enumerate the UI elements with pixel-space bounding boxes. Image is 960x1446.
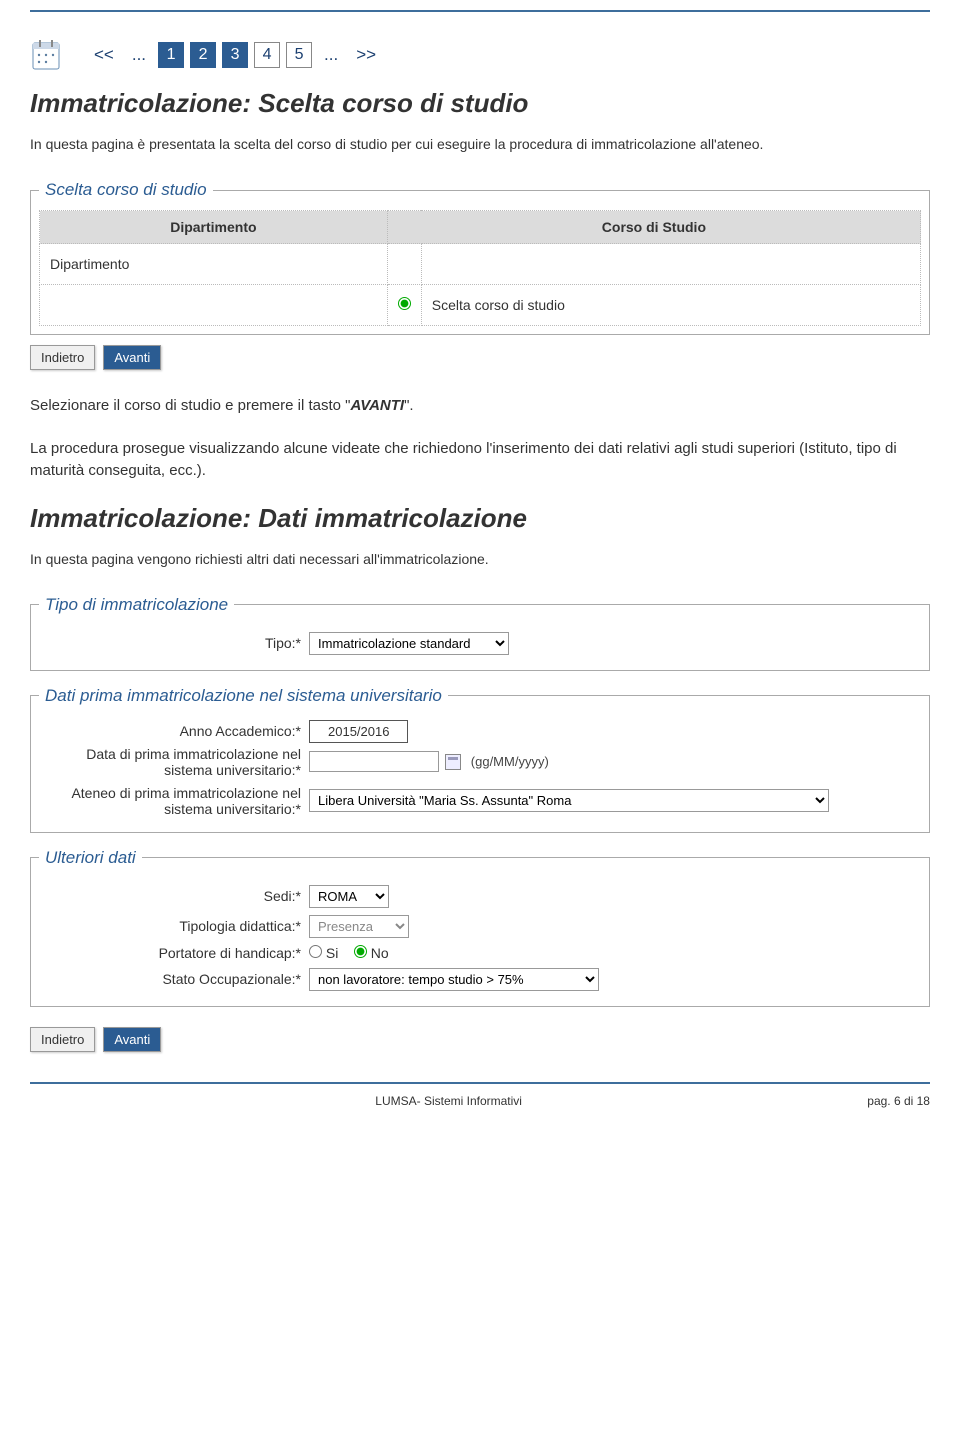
radio-handicap-si[interactable] bbox=[309, 945, 322, 958]
course-table: Dipartimento Corso di Studio Dipartiment… bbox=[39, 210, 921, 326]
wizard-step-5[interactable]: 5 bbox=[286, 42, 312, 68]
select-stato-occupazionale[interactable]: non lavoratore: tempo studio > 75% bbox=[309, 968, 599, 991]
th-dipartimento: Dipartimento bbox=[40, 211, 388, 244]
wizard-step-3[interactable]: 3 bbox=[222, 42, 248, 68]
footer-center: LUMSA- Sistemi Informativi bbox=[375, 1094, 522, 1108]
page-title-1: Immatricolazione: Scelta corso di studio bbox=[30, 88, 930, 119]
legend-dati-prima: Dati prima immatricolazione nel sistema … bbox=[39, 686, 448, 706]
avanti-button[interactable]: Avanti bbox=[103, 345, 161, 370]
radio-handicap-no[interactable] bbox=[354, 945, 367, 958]
label-sedi: Sedi:* bbox=[39, 888, 309, 904]
cell-corso: Scelta corso di studio bbox=[421, 285, 920, 326]
divider-bottom bbox=[30, 1082, 930, 1084]
date-hint: (gg/MM/yyyy) bbox=[471, 754, 549, 769]
wizard-dots-right[interactable]: ... bbox=[318, 42, 344, 68]
label-data-prima: Data di prima immatricolazione nel siste… bbox=[39, 746, 309, 778]
cell-dipartimento: Dipartimento bbox=[40, 244, 388, 285]
label-stato-occupazionale: Stato Occupazionale:* bbox=[39, 971, 309, 987]
wizard-dots-left[interactable]: ... bbox=[126, 42, 152, 68]
wizard-step-1[interactable]: 1 bbox=[158, 42, 184, 68]
label-handicap: Portatore di handicap:* bbox=[39, 945, 309, 961]
label-ateneo: Ateneo di prima immatricolazione nel sis… bbox=[39, 785, 309, 817]
input-data-prima[interactable] bbox=[309, 751, 439, 772]
page-title-2: Immatricolazione: Dati immatricolazione bbox=[30, 503, 930, 534]
footer: LUMSA- Sistemi Informativi pag. 6 di 18 bbox=[30, 1094, 930, 1128]
wizard-next[interactable]: >> bbox=[350, 42, 382, 68]
fieldset-scelta-corso: Scelta corso di studio Dipartimento Cors… bbox=[30, 180, 930, 335]
wizard-steps: << ... 1 2 3 4 5 ... >> bbox=[30, 37, 930, 73]
divider-top bbox=[30, 10, 930, 12]
footer-page: pag. 6 di 18 bbox=[867, 1094, 930, 1108]
fieldset-tipo-immatricolazione: Tipo di immatricolazione Tipo:* Immatric… bbox=[30, 595, 930, 671]
table-row: Scelta corso di studio bbox=[40, 285, 921, 326]
calendar-icon bbox=[30, 37, 62, 73]
table-row: Dipartimento bbox=[40, 244, 921, 285]
indietro-button[interactable]: Indietro bbox=[30, 345, 95, 370]
label-tipo: Tipo:* bbox=[39, 635, 309, 651]
fieldset-dati-prima: Dati prima immatricolazione nel sistema … bbox=[30, 686, 930, 833]
wizard-prev[interactable]: << bbox=[88, 42, 120, 68]
select-sedi[interactable]: ROMA bbox=[309, 885, 389, 908]
legend-tipo: Tipo di immatricolazione bbox=[39, 595, 234, 615]
th-corso: Corso di Studio bbox=[387, 211, 920, 244]
intro-1: In questa pagina è presentata la scelta … bbox=[30, 134, 930, 155]
label-anno-accademico: Anno Accademico:* bbox=[39, 723, 309, 739]
label-tipologia-didattica: Tipologia didattica:* bbox=[39, 918, 309, 934]
wizard-step-2[interactable]: 2 bbox=[190, 42, 216, 68]
radio-corso[interactable] bbox=[398, 297, 411, 310]
select-ateneo[interactable]: Libera Università "Maria Ss. Assunta" Ro… bbox=[309, 789, 829, 812]
avanti-button-2[interactable]: Avanti bbox=[103, 1027, 161, 1052]
indietro-button-2[interactable]: Indietro bbox=[30, 1027, 95, 1052]
wizard-step-4[interactable]: 4 bbox=[254, 42, 280, 68]
intro-2: In questa pagina vengono richiesti altri… bbox=[30, 549, 930, 570]
value-anno-accademico: 2015/2016 bbox=[309, 720, 408, 743]
calendar-picker-icon[interactable] bbox=[445, 754, 461, 770]
instruction-1: Selezionare il corso di studio e premere… bbox=[30, 395, 930, 418]
legend-scelta-corso: Scelta corso di studio bbox=[39, 180, 213, 200]
legend-ulteriori: Ulteriori dati bbox=[39, 848, 142, 868]
select-tipo[interactable]: Immatricolazione standard bbox=[309, 632, 509, 655]
fieldset-ulteriori-dati: Ulteriori dati Sedi:* ROMA Tipologia did… bbox=[30, 848, 930, 1007]
instruction-2: La procedura prosegue visualizzando alcu… bbox=[30, 438, 930, 483]
radio-handicap-no-label[interactable]: No bbox=[354, 945, 389, 961]
select-tipologia-didattica[interactable]: Presenza bbox=[309, 915, 409, 938]
radio-handicap-si-label[interactable]: Si bbox=[309, 945, 338, 961]
